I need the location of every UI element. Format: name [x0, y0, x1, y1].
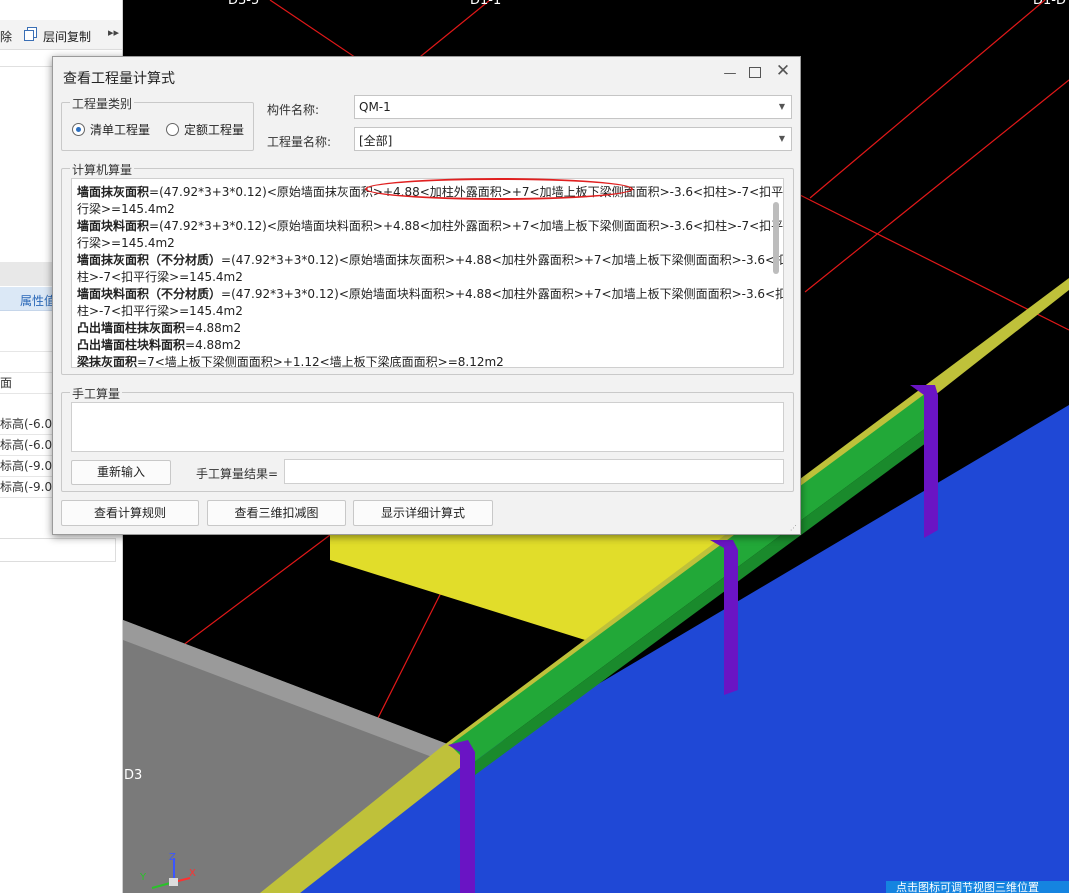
quantity-formula-dialog: 查看工程量计算式 — ✕ 工程量类别 清单工程量 定额工程量 构件名称: QM-… [52, 56, 801, 535]
component-name-label: 构件名称: [267, 103, 320, 117]
resize-grip-icon[interactable]: ⋰ [790, 524, 798, 532]
axis-label: D3-5 [228, 0, 260, 8]
formula-name: 墙面块料面积（不分材质） [77, 287, 222, 301]
formula-expression: =(47.92*3+3*0.12)<原始墙面块料面积>+4.88<加柱外露面积>… [149, 219, 784, 233]
formula-expression: =(47.92*3+3*0.12)<原始墙面块料面积>+4.88<加柱外露面积>… [221, 287, 784, 301]
formula-line: 凸出墙面柱抹灰面积=4.88m2 [77, 320, 762, 337]
select-value: QM-1 [359, 100, 391, 114]
property-header-label: 属性值 [20, 294, 57, 308]
left-toolbar: 除 层间复制 ▸▸ [0, 20, 122, 50]
quantity-type-group: 工程量类别 清单工程量 定额工程量 [61, 95, 254, 151]
formula-expression: =4.88m2 [185, 321, 242, 335]
group-title: 手工算量 [70, 385, 123, 402]
group-title: 工程量类别 [70, 95, 135, 112]
tip-banner[interactable]: 点击图标可调节视图三维位置 [886, 881, 1069, 893]
formula-continuation: 行梁>=145.4m2 [77, 202, 175, 216]
formula-line: 梁抹灰面积=7<墙上板下梁侧面面积>+1.12<墙上板下梁底面面积>=8.12m… [77, 354, 762, 368]
formula-name: 凸出墙面柱块料面积 [77, 338, 186, 352]
maximize-icon[interactable] [749, 67, 761, 78]
radio-unchecked-icon [166, 123, 179, 136]
group-title: 计算机算量 [70, 161, 135, 178]
axis-label: D3 [124, 768, 143, 783]
formula-name: 凸出墙面柱抹灰面积 [77, 321, 186, 335]
quantity-name-select[interactable]: [全部] ▼ [354, 127, 792, 151]
formula-line: 墙面抹灰面积=(47.92*3+3*0.12)<原始墙面抹灰面积>+4.88<加… [77, 184, 783, 201]
formula-name: 梁抹灰面积 [77, 355, 138, 368]
radio-checked-icon [72, 123, 85, 136]
floor-copy-button[interactable]: 层间复制 [43, 28, 91, 45]
formula-line: 凸出墙面柱块料面积=4.88m2 [77, 337, 762, 354]
formula-expression: =7<墙上板下梁侧面面积>+1.12<墙上板下梁底面面积>=8.12m2 [137, 355, 504, 368]
formula-name: 墙面抹灰面积 [77, 185, 150, 199]
reinput-button[interactable]: 重新输入 [71, 460, 171, 485]
select-value: [全部] [359, 134, 393, 148]
computer-calculation-group: 计算机算量 墙面抹灰面积=(47.92*3+3*0.12)<原始墙面抹灰面积>+… [61, 161, 794, 375]
formula-text-area[interactable]: 墙面抹灰面积=(47.92*3+3*0.12)<原始墙面抹灰面积>+4.88<加… [71, 178, 784, 368]
axis-z-label: Z [169, 852, 176, 863]
delete-button[interactable]: 除 [0, 28, 12, 45]
scrollbar-thumb[interactable] [773, 202, 779, 274]
copy-icon[interactable] [24, 27, 38, 41]
manual-formula-input[interactable] [71, 402, 784, 452]
axis-y-label: Y [140, 872, 147, 883]
radio-label: 定额工程量 [184, 123, 245, 137]
axis-label: D1-1 [470, 0, 502, 8]
formula-line: 墙面块料面积（不分材质）=(47.92*3+3*0.12)<原始墙面块料面积>+… [77, 286, 783, 303]
component-name-select[interactable]: QM-1 ▼ [354, 95, 792, 119]
chevron-down-icon: ▼ [778, 102, 785, 111]
radio-label: 清单工程量 [90, 123, 151, 137]
quantity-name-label: 工程量名称: [267, 135, 332, 149]
view-3d-deduction-button[interactable]: 查看三维扣减图 [207, 500, 346, 526]
formula-expression: =(47.92*3+3*0.12)<原始墙面抹灰面积>+4.88<加柱外露面积>… [221, 253, 784, 267]
axis-x-label: X [189, 868, 196, 879]
chevron-down-icon: ▼ [778, 134, 785, 143]
manual-result-label: 手工算量结果= [196, 467, 279, 481]
formula-continuation: 柱>-7<扣平行梁>=145.4m2 [77, 270, 243, 284]
toolbar-more-icon[interactable]: ▸▸ [108, 26, 119, 39]
quota-quantity-radio[interactable]: 定额工程量 [166, 121, 244, 138]
minimize-icon[interactable]: — [723, 66, 737, 81]
manual-calculation-group: 手工算量 重新输入 手工算量结果= [61, 385, 794, 492]
formula-expression: =(47.92*3+3*0.12)<原始墙面抹灰面积>+4.88<加柱外露面积>… [149, 185, 784, 199]
formula-line: 墙面块料面积=(47.92*3+3*0.12)<原始墙面块料面积>+4.88<加… [77, 218, 783, 235]
formula-name: 墙面抹灰面积（不分材质） [77, 253, 222, 267]
view-rules-button[interactable]: 查看计算规则 [61, 500, 199, 526]
dialog-title: 查看工程量计算式 [63, 71, 175, 87]
formula-expression: =4.88m2 [185, 338, 242, 352]
formula-continuation: 行梁>=145.4m2 [77, 236, 175, 250]
formula-line: 墙面抹灰面积（不分材质）=(47.92*3+3*0.12)<原始墙面抹灰面积>+… [77, 252, 783, 269]
panel-footer-box [0, 538, 116, 562]
formula-name: 墙面块料面积 [77, 219, 150, 233]
axis-label: D1-D [1033, 0, 1066, 8]
show-detail-formula-button[interactable]: 显示详细计算式 [353, 500, 493, 526]
manual-result-input[interactable] [284, 459, 784, 484]
close-icon[interactable]: ✕ [775, 63, 791, 80]
bill-quantity-radio[interactable]: 清单工程量 [72, 121, 150, 138]
formula-continuation: 柱>-7<扣平行梁>=145.4m2 [77, 304, 243, 318]
